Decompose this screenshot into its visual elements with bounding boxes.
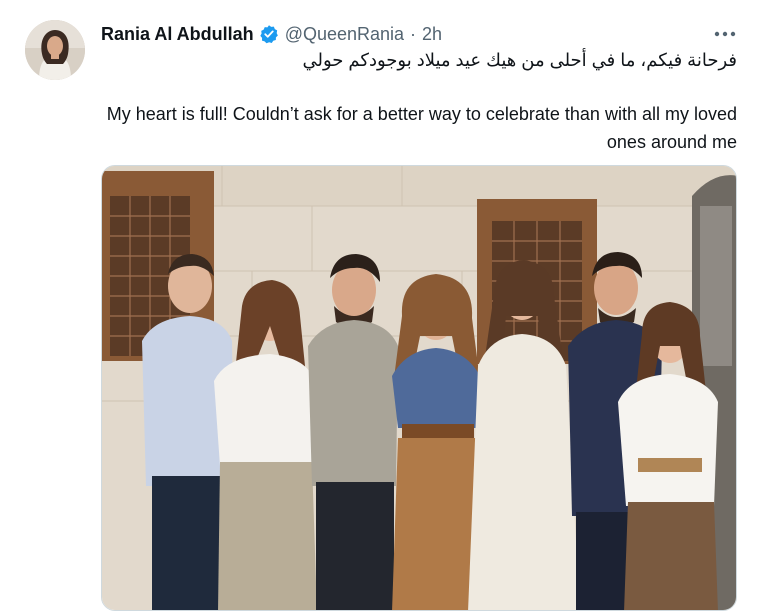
tweet-text-arabic: فرحانة فيكم، ما في أحلى من هيك عيد ميلاد… [302, 50, 737, 70]
separator-dot: · [410, 23, 417, 44]
tweet-photo[interactable] [101, 165, 737, 611]
author-handle[interactable]: @QueenRania [285, 24, 404, 45]
tweet-header: Rania Al Abdullah @QueenRania · 2h [101, 22, 442, 46]
more-options-icon[interactable] [712, 22, 738, 46]
avatar-image [25, 20, 85, 80]
tweet-text-english: My heart is full! Couldn’t ask for a bet… [106, 104, 737, 152]
verified-badge-icon [259, 24, 279, 44]
author-name[interactable]: Rania Al Abdullah [101, 24, 254, 45]
family-photo [102, 166, 736, 610]
timestamp[interactable]: 2h [422, 24, 442, 45]
avatar[interactable] [25, 20, 85, 80]
tweet: Rania Al Abdullah @QueenRania · 2h فرحان… [0, 0, 768, 614]
